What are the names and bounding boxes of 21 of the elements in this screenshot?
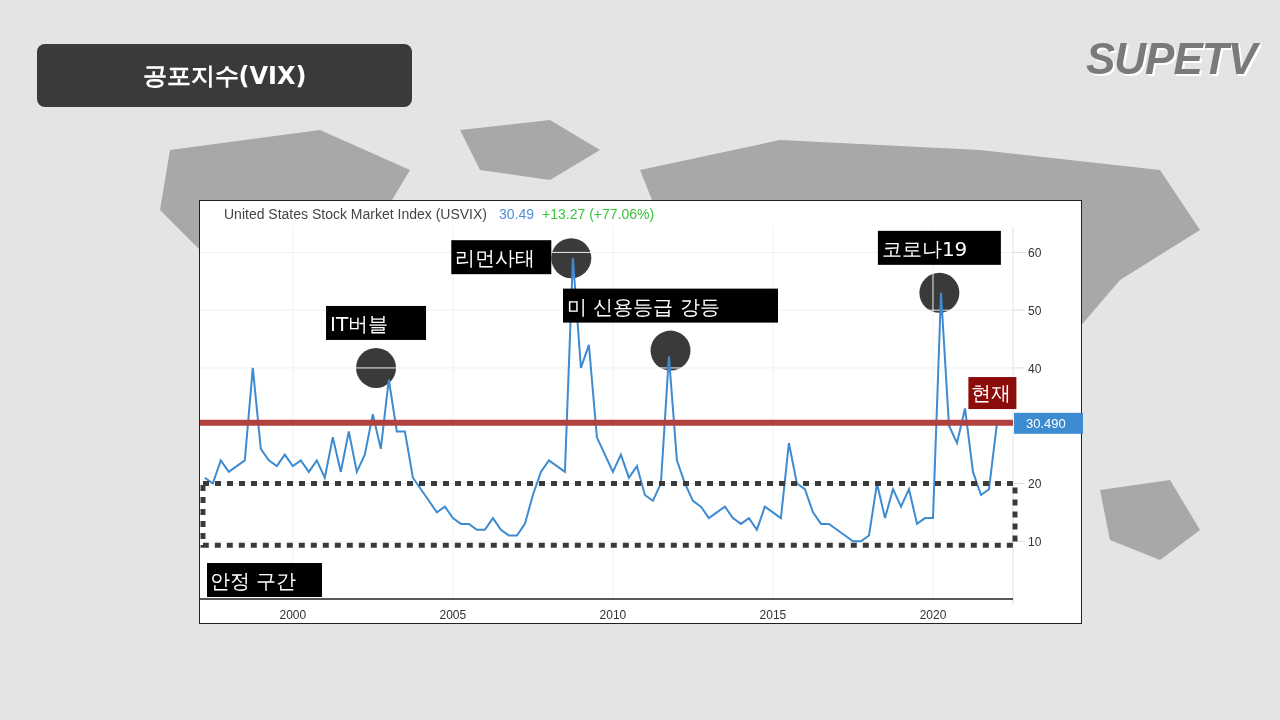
current-label: 현재	[968, 377, 1017, 410]
last-value: 30.49	[499, 206, 535, 222]
x-tick-label: 2010	[599, 608, 627, 622]
slide-title: 공포지수(VIX)	[37, 44, 412, 107]
event-label: 리먼사태	[451, 240, 552, 275]
event-label: 코로나19	[877, 230, 1001, 265]
y-tick-label: 20	[1028, 477, 1042, 492]
y-tick-label: 10	[1028, 535, 1042, 550]
event-label: 미 신용등급 강등	[563, 288, 778, 323]
change-value: +13.27 (+77.06%)	[542, 206, 655, 222]
x-tick-label: 2020	[919, 608, 947, 622]
y-tick-label: 40	[1028, 361, 1042, 376]
x-tick-label: 2005	[439, 608, 467, 622]
stable-range-label: 안정 구간	[207, 563, 322, 597]
y-tick-label: 50	[1028, 304, 1042, 319]
chart-title: United States Stock Market Index (USVIX)	[224, 206, 487, 222]
event-label: IT버블	[326, 305, 427, 340]
y-tick-label: 60	[1028, 246, 1042, 261]
x-tick-label: 2000	[279, 608, 307, 622]
last-value-tag: 30.490	[1014, 412, 1083, 434]
x-tick-label: 2015	[759, 608, 787, 622]
